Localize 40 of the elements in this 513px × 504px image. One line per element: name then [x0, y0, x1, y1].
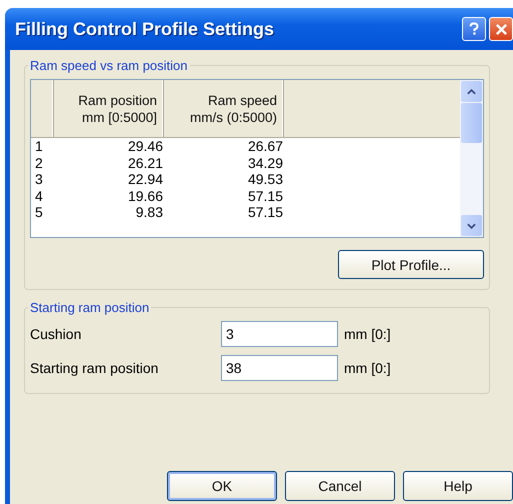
group-title: Starting ram position	[29, 300, 150, 315]
table-cell-text: 34.29	[246, 154, 283, 171]
table-cell-text: 49.53	[246, 171, 283, 188]
scroll-down-button[interactable]	[461, 215, 482, 236]
chevron-down-icon	[467, 222, 476, 228]
table-cell-text: 9.83	[134, 204, 163, 220]
input-field[interactable]: 3	[221, 321, 338, 347]
table-cell-text: 57.15	[246, 204, 283, 220]
plot-profile-button[interactable]: Plot Profile...	[338, 250, 484, 279]
column-header[interactable]: Ram speed mm/s (0:5000)	[164, 80, 284, 137]
group-title: Ram speed vs ram position	[29, 58, 189, 73]
table-cell-text: 57.15	[246, 188, 283, 204]
close-icon	[494, 22, 508, 36]
dialog-button[interactable]: OK	[167, 471, 277, 501]
table-cell-text: 19.66	[126, 188, 163, 204]
unit-label: mm [0:]	[344, 326, 391, 342]
table-cell-text: 26.67	[246, 138, 283, 154]
window-title: Filling Control Profile Settings	[15, 18, 275, 40]
scroll-up-button[interactable]	[461, 81, 482, 102]
dialog-button[interactable]: Help	[403, 471, 513, 501]
input-field[interactable]: 38	[221, 355, 338, 381]
row-number: 2	[34, 154, 44, 171]
scroll-thumb[interactable]	[461, 103, 482, 143]
unit-label: mm [0:]	[344, 360, 391, 376]
close-button[interactable]	[489, 17, 513, 41]
chevron-up-icon	[467, 88, 476, 94]
question-icon	[468, 21, 480, 37]
help-button[interactable]	[462, 17, 486, 41]
row-number: 5	[34, 204, 44, 220]
field-label: Cushion	[30, 326, 82, 342]
table-cell-text: 29.46	[126, 138, 163, 154]
row-number: 3	[34, 171, 44, 188]
scrollbar[interactable]	[460, 80, 483, 237]
row-number: 1	[34, 138, 44, 154]
row-number: 4	[34, 188, 44, 204]
field-label: Starting ram position	[30, 360, 160, 376]
table-cell-text: 26.21	[126, 154, 163, 171]
column-header[interactable]: Ram position mm [0:5000]	[54, 80, 164, 137]
dialog-button[interactable]: Cancel	[285, 471, 395, 501]
table-cell-text: 22.94	[126, 171, 163, 188]
